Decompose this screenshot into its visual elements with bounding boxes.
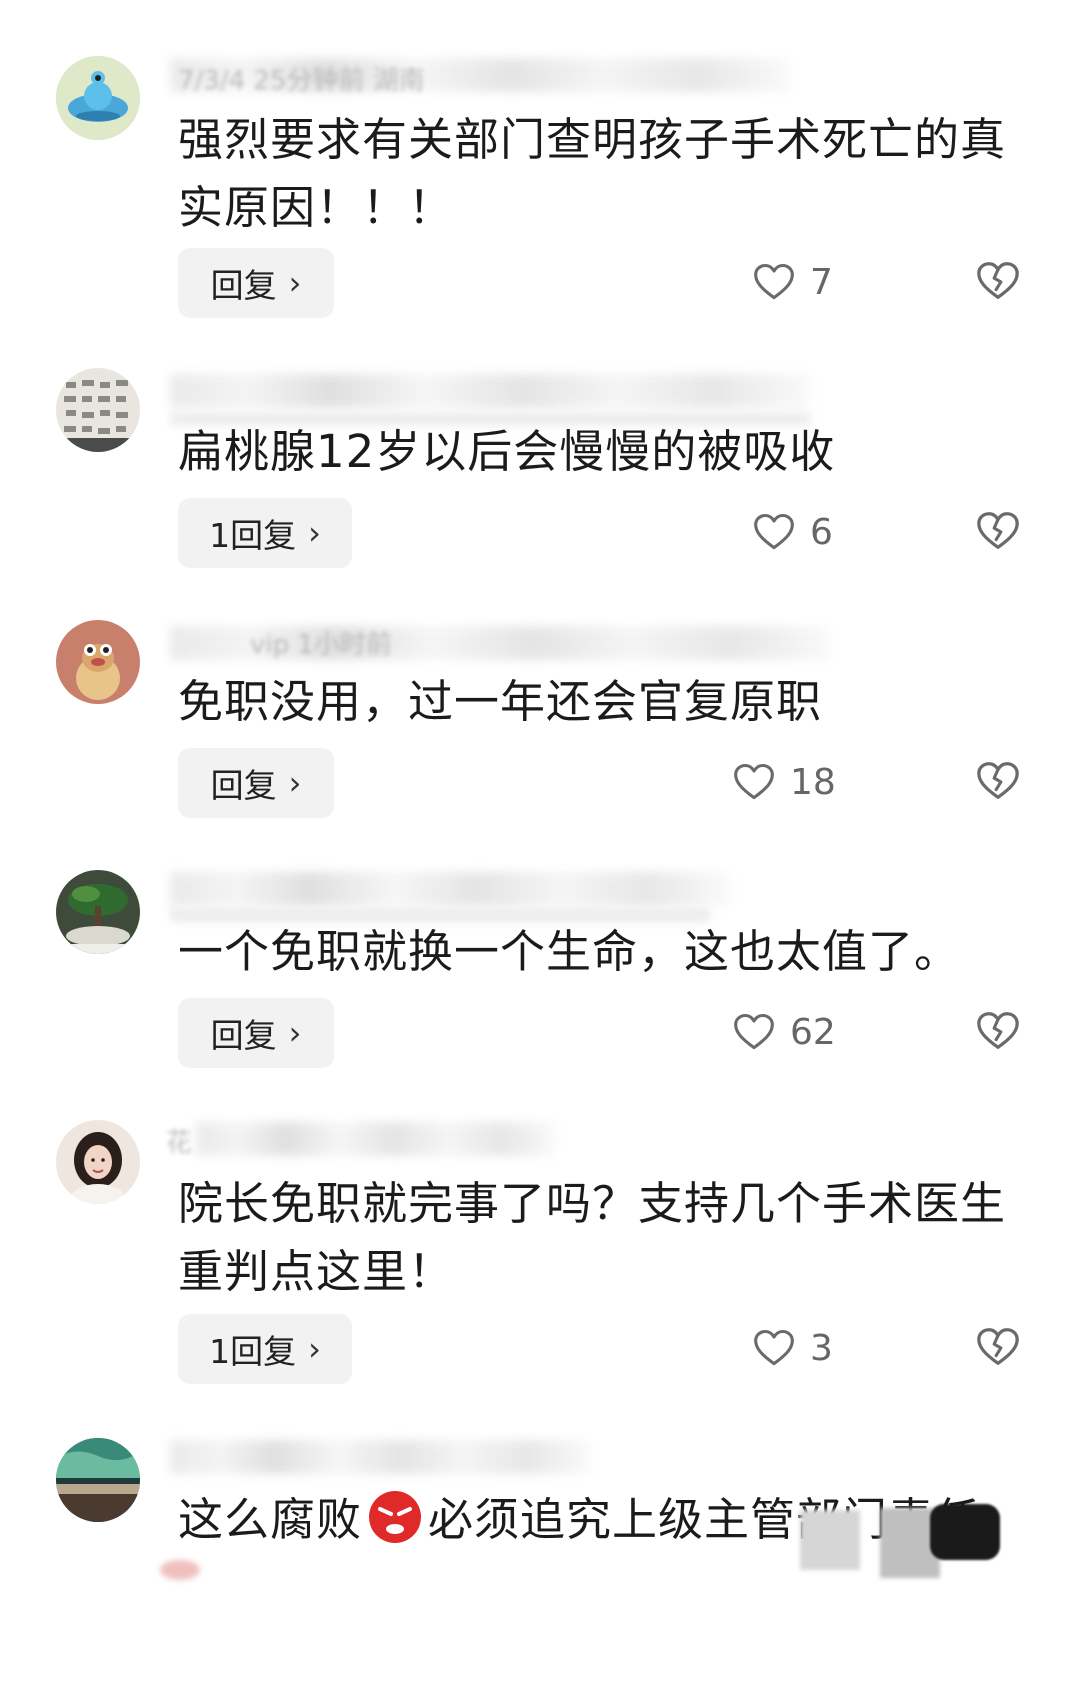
comment-text: 一个免职就换一个生命，这也太值了。 — [178, 925, 961, 978]
overlay-blurred — [800, 1510, 860, 1570]
heart-icon — [752, 260, 796, 304]
bonsai-avatar-icon — [56, 870, 140, 954]
like-count: 62 — [790, 1011, 836, 1053]
reply-button[interactable]: 回复 › — [178, 748, 334, 818]
chevron-right-icon: › — [308, 1330, 321, 1368]
broken-heart-icon[interactable] — [975, 758, 1021, 804]
username-blurred — [170, 374, 810, 408]
comment-meta: 7/3/4 25分钟前 湖南 — [178, 66, 425, 96]
like-count: 3 — [810, 1327, 833, 1369]
broken-heart-icon[interactable] — [975, 258, 1021, 304]
reply-button[interactable]: 1回复 › — [178, 1314, 352, 1384]
chevron-right-icon: › — [288, 1014, 302, 1052]
comment-text: 院长免职就完事了吗？支持几个手术医生重判点这里！ — [178, 1177, 1007, 1298]
reply-label: 1回复 — [209, 1332, 297, 1371]
handwriting-avatar-icon — [56, 368, 140, 452]
chevron-right-icon: › — [308, 514, 321, 552]
avatar[interactable] — [56, 368, 140, 452]
avatar[interactable] — [56, 56, 140, 140]
comment-meta: 花 — [166, 1128, 193, 1158]
blue-alien-avatar-icon — [56, 56, 140, 140]
chevron-right-icon: › — [288, 764, 302, 802]
broken-heart-icon[interactable] — [975, 1008, 1021, 1054]
reply-button[interactable]: 回复 › — [178, 998, 334, 1068]
username-blurred — [196, 1122, 556, 1156]
reply-label: 1回复 — [209, 516, 297, 555]
avatar[interactable] — [56, 620, 140, 704]
chevron-right-icon: › — [288, 264, 302, 302]
like-count: 7 — [810, 261, 833, 303]
landscape-avatar-icon — [56, 1438, 140, 1522]
broken-heart-icon[interactable] — [975, 508, 1021, 554]
overlay-blurred — [930, 1504, 1000, 1560]
reply-label: 回复 — [210, 766, 277, 805]
avatar[interactable] — [56, 1120, 140, 1204]
heart-icon — [752, 510, 796, 554]
like-count: 6 — [810, 511, 833, 553]
username-blurred — [170, 872, 730, 906]
angry-face-emoji-icon — [366, 1487, 424, 1545]
like-button[interactable]: 6 — [752, 502, 833, 562]
avatar[interactable] — [56, 870, 140, 954]
comment-meta: vip 1小时前 — [250, 630, 392, 660]
woman-portrait-avatar-icon — [56, 1120, 140, 1204]
like-button[interactable]: 62 — [732, 1002, 836, 1062]
comment-text: 强烈要求有关部门查明孩子手术死亡的真实原因！！！ — [178, 113, 1007, 234]
heart-icon — [752, 1326, 796, 1370]
heart-icon — [732, 760, 776, 804]
like-button[interactable]: 7 — [752, 252, 833, 312]
reply-label: 回复 — [210, 266, 277, 305]
reply-button[interactable]: 1回复 › — [178, 498, 352, 568]
username-blurred — [170, 1440, 590, 1474]
reply-button[interactable]: 回复 › — [178, 248, 334, 318]
like-count: 18 — [790, 761, 836, 803]
broken-heart-icon[interactable] — [975, 1324, 1021, 1370]
comment-text: 免职没用，过一年还会官复原职 — [178, 675, 823, 728]
heart-icon — [732, 1010, 776, 1054]
overlay-blurred — [160, 1560, 200, 1580]
like-button[interactable]: 3 — [752, 1318, 833, 1378]
avatar[interactable] — [56, 1438, 140, 1522]
like-button[interactable]: 18 — [732, 752, 836, 812]
comment-text-part: 这么腐败 — [178, 1493, 363, 1546]
comment-text: 扁桃腺12岁以后会慢慢的被吸收 — [178, 425, 836, 478]
cartoon-bird-avatar-icon — [56, 620, 140, 704]
reply-label: 回复 — [210, 1016, 277, 1055]
